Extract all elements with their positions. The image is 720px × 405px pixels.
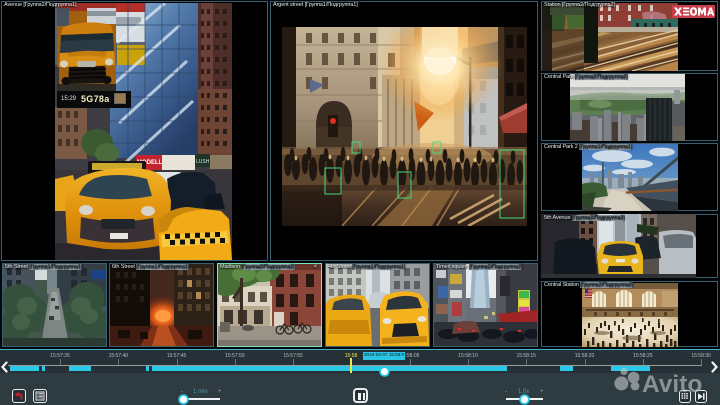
svg-text:LUSH: LUSH: [196, 159, 210, 165]
